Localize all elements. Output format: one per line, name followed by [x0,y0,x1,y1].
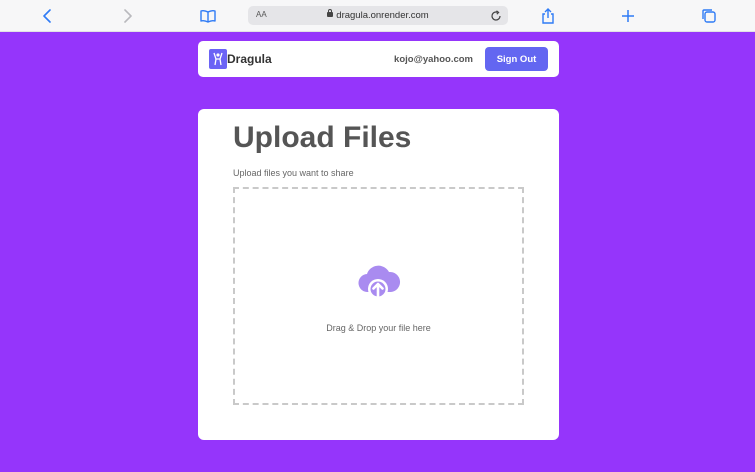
browser-toolbar: AA dragula.onrender.com [0,0,755,32]
page-title: Upload Files [233,121,412,154]
sign-out-button[interactable]: Sign Out [485,47,548,71]
app-header: Dragula kojo@yahoo.com Sign Out [198,41,559,77]
bookmarks-icon[interactable] [198,6,218,26]
lock-icon [327,9,334,17]
share-icon[interactable] [538,6,558,26]
logo-icon [209,49,227,69]
page-subtitle: Upload files you want to share [233,168,354,178]
reload-icon[interactable] [490,9,502,27]
upload-card: Upload Files Upload files you want to sh… [198,109,559,440]
new-tab-icon[interactable] [618,6,638,26]
forward-icon[interactable] [117,6,137,26]
url-text: dragula.onrender.com [336,10,429,21]
dropzone-text: Drag & Drop your file here [326,323,431,333]
user-email: kojo@yahoo.com [394,54,473,65]
address-bar[interactable]: AA dragula.onrender.com [248,6,508,25]
back-icon[interactable] [38,6,58,26]
cloud-upload-icon [357,261,401,306]
file-dropzone[interactable]: Drag & Drop your file here [233,187,524,405]
brand-name[interactable]: Dragula [227,52,272,66]
tabs-icon[interactable] [699,6,719,26]
url-display[interactable]: dragula.onrender.com [248,9,508,21]
